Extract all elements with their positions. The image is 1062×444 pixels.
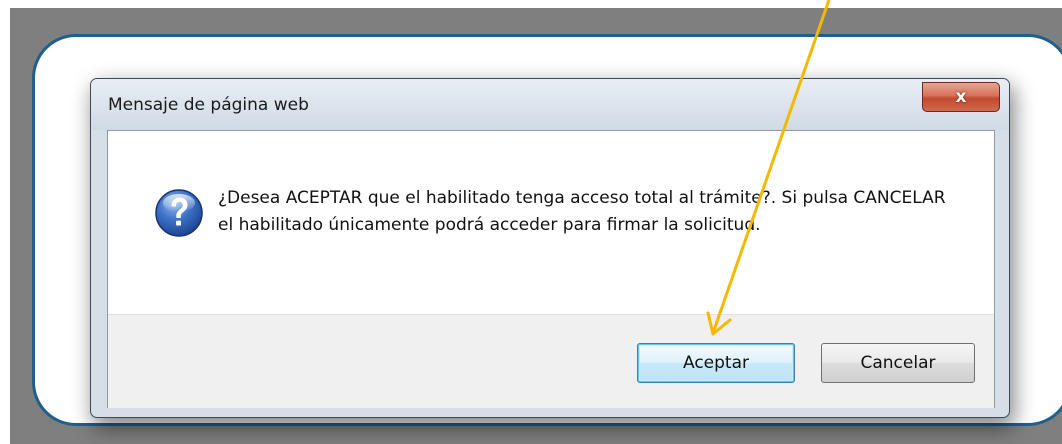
close-button[interactable]: x xyxy=(922,82,1000,112)
close-icon: x xyxy=(955,86,967,107)
message-area: ¿Desea ACEPTAR que el habilitado tenga a… xyxy=(108,131,994,314)
message-dialog: Mensaje de página web x ¿Desea ACEPTAR q… xyxy=(90,78,1010,418)
accept-button[interactable]: Aceptar xyxy=(637,343,795,383)
button-bar: Aceptar Cancelar xyxy=(108,314,994,408)
question-icon xyxy=(155,189,203,237)
dialog-title: Mensaje de página web xyxy=(108,95,309,115)
cancel-button[interactable]: Cancelar xyxy=(821,343,975,383)
dialog-message: ¿Desea ACEPTAR que el habilitado tenga a… xyxy=(218,188,946,235)
dialog-titlebar[interactable]: Mensaje de página web x xyxy=(91,79,1009,130)
dialog-body: ¿Desea ACEPTAR que el habilitado tenga a… xyxy=(107,130,995,408)
